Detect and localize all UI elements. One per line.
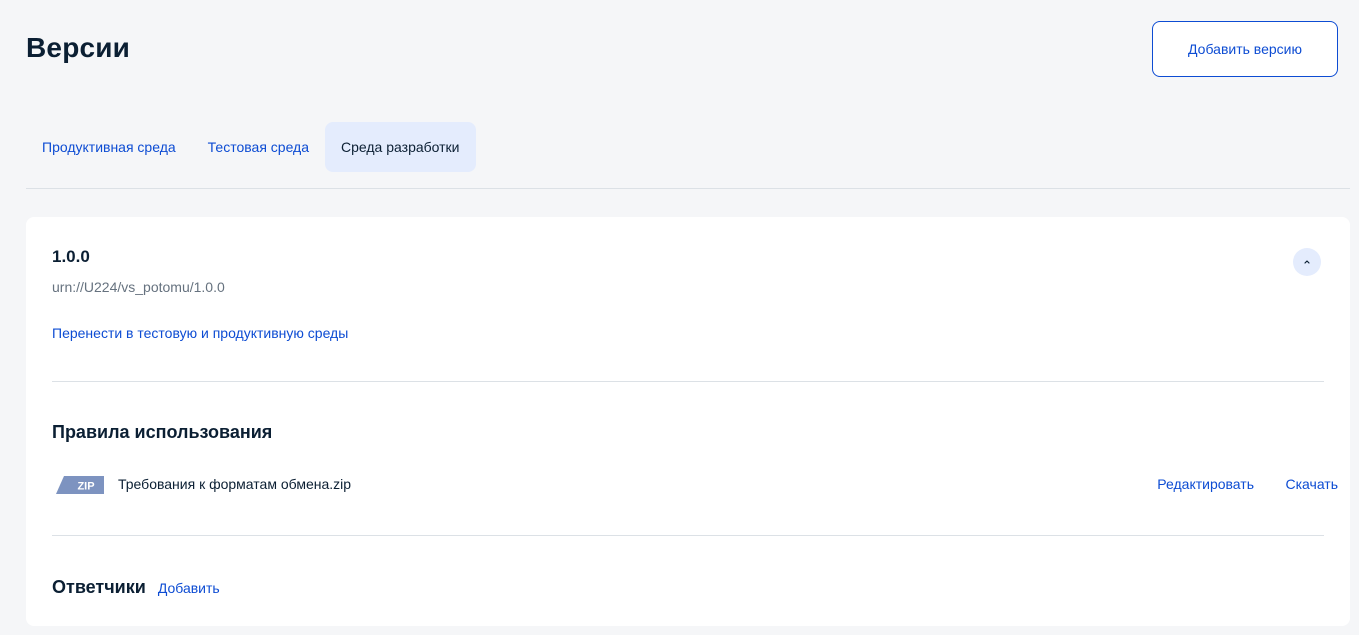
zip-file-icon: ZIP [56, 476, 104, 494]
tab-production[interactable]: Продуктивная среда [26, 122, 192, 172]
move-to-test-and-production-link[interactable]: Перенести в тестовую и продуктивную сред… [52, 325, 348, 341]
edit-file-link[interactable]: Редактировать [1157, 476, 1254, 492]
page-title: Версии [26, 32, 131, 63]
tab-test[interactable]: Тестовая среда [192, 122, 325, 172]
file-row: ZIP Требования к форматам обмена.zip Ред… [52, 473, 1350, 497]
divider [52, 535, 1324, 536]
responders-title: Ответчики [52, 577, 146, 597]
zip-icon-label: ZIP [77, 481, 94, 493]
versions-page: Версии Добавить версию Продуктивная сред… [0, 0, 1359, 635]
collapse-button[interactable] [1293, 248, 1321, 276]
chevron-up-icon [1304, 260, 1310, 264]
tab-development[interactable]: Среда разработки [325, 122, 476, 172]
file-name[interactable]: Требования к форматам обмена.zip [118, 476, 351, 492]
download-file-link[interactable]: Скачать [1286, 476, 1339, 492]
version-card: 1.0.0 urn://U224/vs_potomu/1.0.0 Перенес… [26, 217, 1350, 626]
divider [52, 381, 1324, 382]
responders-row: Ответчики Добавить [52, 577, 220, 598]
environment-tabs: Продуктивная среда Тестовая среда Среда … [26, 122, 476, 172]
tabs-divider [26, 188, 1350, 189]
version-urn: urn://U224/vs_potomu/1.0.0 [52, 279, 225, 295]
usage-rules-title: Правила использования [52, 422, 273, 442]
version-number: 1.0.0 [52, 247, 90, 266]
add-responder-link[interactable]: Добавить [158, 580, 220, 596]
add-version-button[interactable]: Добавить версию [1152, 21, 1338, 77]
